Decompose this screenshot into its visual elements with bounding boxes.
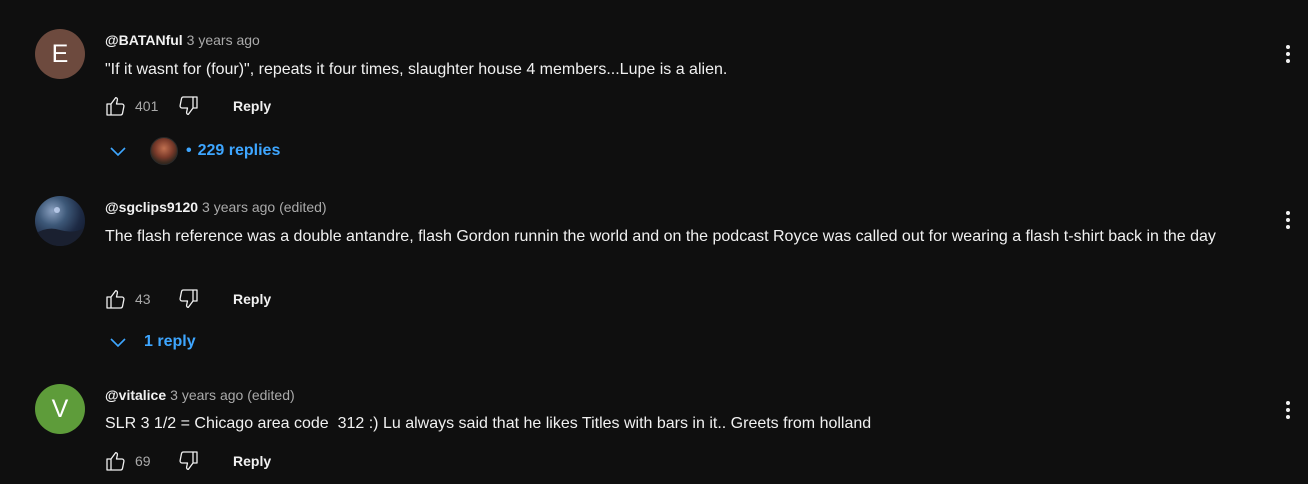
comment-actions: 69 Reply [103, 449, 271, 473]
comment-timestamp[interactable]: 3 years ago (edited) [202, 199, 327, 215]
reply-button[interactable]: Reply [233, 98, 271, 114]
like-count: 43 [135, 291, 151, 307]
thumbs-down-icon[interactable] [177, 94, 201, 118]
chevron-down-icon [108, 332, 128, 352]
comment-text: "If it wasnt for (four)", repeats it fou… [105, 61, 728, 78]
more-vert-icon[interactable] [1278, 208, 1298, 232]
comment-text: SLR 3 1/2 = Chicago area code 312 :) Lu … [105, 415, 872, 432]
thumbs-down-icon[interactable] [177, 449, 201, 473]
comment-header: @BATANful 3 years ago [105, 31, 260, 49]
reply-button[interactable]: Reply [233, 291, 271, 307]
comment-actions: 43 Reply [103, 287, 271, 311]
separator-dot: • [186, 142, 192, 159]
view-replies-button[interactable]: 1 reply [108, 327, 196, 357]
comment-header: @vitalice 3 years ago (edited) [105, 386, 295, 404]
thumbs-up-icon[interactable] [103, 449, 127, 473]
more-vert-icon[interactable] [1278, 398, 1298, 422]
reply-button[interactable]: Reply [233, 453, 271, 469]
avatar[interactable]: V [35, 384, 85, 434]
comment-author[interactable]: @BATANful [105, 32, 183, 48]
comment-author[interactable]: @vitalice [105, 387, 166, 403]
comment-text: The flash reference was a double antandr… [105, 228, 1216, 245]
more-vert-icon[interactable] [1278, 42, 1298, 66]
thumbs-down-icon[interactable] [177, 287, 201, 311]
avatar-image [35, 207, 85, 246]
replies-count-label: 1 reply [144, 333, 196, 350]
reply-author-avatar [150, 137, 178, 165]
like-count: 401 [135, 98, 159, 114]
comment-actions: 401 Reply [103, 94, 271, 118]
avatar-letter: E [51, 39, 69, 68]
avatar-letter: V [51, 394, 69, 423]
chevron-down-icon [108, 141, 128, 161]
thumbs-up-icon[interactable] [103, 94, 127, 118]
comment-timestamp[interactable]: 3 years ago (edited) [170, 387, 295, 403]
avatar[interactable]: E [35, 29, 85, 79]
comment-author[interactable]: @sgclips9120 [105, 199, 198, 215]
comment-header: @sgclips9120 3 years ago (edited) [105, 198, 327, 216]
thumbs-up-icon[interactable] [103, 287, 127, 311]
avatar[interactable] [35, 196, 85, 246]
view-replies-button[interactable]: • 229 replies [108, 136, 280, 166]
like-count: 69 [135, 453, 151, 469]
replies-count-label: 229 replies [197, 142, 281, 159]
comment-timestamp[interactable]: 3 years ago [187, 32, 260, 48]
